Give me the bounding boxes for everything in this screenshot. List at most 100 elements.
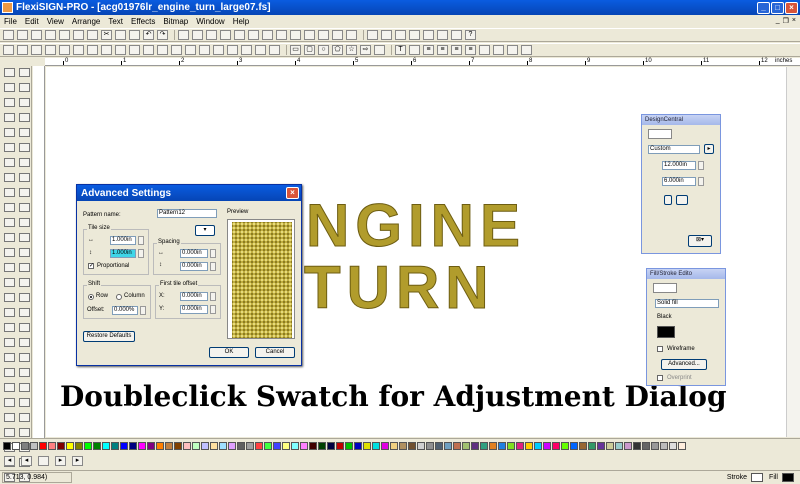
output-icon[interactable] bbox=[87, 30, 98, 40]
fill-swatch[interactable] bbox=[782, 473, 794, 482]
align-icon[interactable] bbox=[248, 30, 259, 40]
color-swatch[interactable] bbox=[111, 441, 119, 450]
tool-b-icon[interactable] bbox=[17, 45, 28, 55]
tool-n-icon[interactable] bbox=[185, 45, 196, 55]
color-swatch[interactable] bbox=[597, 441, 605, 450]
tool-button-icon[interactable] bbox=[19, 83, 30, 92]
text-align-center-icon[interactable]: ≡ bbox=[437, 45, 448, 55]
tool-button-icon[interactable] bbox=[19, 218, 30, 227]
offset-spinner[interactable] bbox=[140, 306, 146, 315]
tool-button-icon[interactable] bbox=[4, 293, 15, 302]
color-swatch[interactable] bbox=[615, 441, 623, 450]
color-swatch[interactable] bbox=[102, 441, 110, 450]
color-swatch[interactable] bbox=[516, 441, 524, 450]
import-icon[interactable] bbox=[45, 30, 56, 40]
text-path-icon[interactable] bbox=[409, 45, 420, 55]
text-align-right-icon[interactable]: ≡ bbox=[451, 45, 462, 55]
color-swatch[interactable] bbox=[309, 441, 317, 450]
color-swatch[interactable] bbox=[345, 441, 353, 450]
mirror-icon[interactable] bbox=[304, 30, 315, 40]
tool-i-icon[interactable] bbox=[115, 45, 126, 55]
color-swatch[interactable] bbox=[399, 441, 407, 450]
tool-button-icon[interactable] bbox=[4, 68, 15, 77]
tool-button-icon[interactable] bbox=[19, 203, 30, 212]
landscape-icon[interactable] bbox=[676, 195, 688, 205]
menu-file[interactable]: File bbox=[4, 17, 17, 26]
color-swatch[interactable] bbox=[480, 441, 488, 450]
tool-button-icon[interactable] bbox=[4, 233, 15, 242]
restore-defaults-button[interactable]: Restore Defaults bbox=[83, 331, 135, 342]
color-swatch[interactable] bbox=[561, 441, 569, 450]
vertical-scrollbar[interactable] bbox=[786, 67, 800, 437]
tile-width-field[interactable]: 1.000in bbox=[110, 236, 136, 245]
combine-icon[interactable] bbox=[220, 30, 231, 40]
menu-window[interactable]: Window bbox=[196, 17, 224, 26]
color-swatch[interactable] bbox=[237, 441, 245, 450]
tool-button-icon[interactable] bbox=[19, 383, 30, 392]
color-swatch[interactable] bbox=[291, 441, 299, 450]
help-icon[interactable]: ? bbox=[465, 30, 476, 40]
undo-icon[interactable]: ↶ bbox=[143, 30, 154, 40]
color-swatch[interactable] bbox=[588, 441, 596, 450]
copy-icon[interactable] bbox=[115, 30, 126, 40]
fill-type-dropdown[interactable]: Solid fill bbox=[655, 299, 719, 308]
preset-arrow-icon[interactable]: ▸ bbox=[704, 144, 714, 154]
close-icon[interactable]: × bbox=[286, 187, 299, 199]
minimize-icon[interactable]: _ bbox=[757, 1, 770, 14]
spacing-v-field[interactable]: 0.000in bbox=[180, 262, 208, 271]
color-swatch[interactable] bbox=[327, 441, 335, 450]
tool-r-icon[interactable] bbox=[241, 45, 252, 55]
overprint-checkbox[interactable] bbox=[657, 375, 663, 381]
tool-button-icon[interactable] bbox=[19, 398, 30, 407]
menu-view[interactable]: View bbox=[47, 17, 64, 26]
tool-button-icon[interactable] bbox=[4, 248, 15, 257]
open-icon[interactable] bbox=[17, 30, 28, 40]
stroke-swatch[interactable] bbox=[751, 473, 764, 482]
color-swatch[interactable] bbox=[138, 441, 146, 450]
star-icon[interactable]: ☆ bbox=[346, 45, 357, 55]
color-swatch[interactable] bbox=[525, 441, 533, 450]
color-swatch[interactable] bbox=[129, 441, 137, 450]
color-swatch[interactable] bbox=[408, 441, 416, 450]
doc-restore-icon[interactable]: ❐ bbox=[783, 17, 789, 25]
color-swatch[interactable] bbox=[66, 441, 74, 450]
tool-button-icon[interactable] bbox=[19, 353, 30, 362]
tool-p-icon[interactable] bbox=[213, 45, 224, 55]
color-swatch[interactable] bbox=[255, 441, 263, 450]
color-swatch[interactable] bbox=[147, 441, 155, 450]
color-swatch[interactable] bbox=[300, 441, 308, 450]
rotate-icon[interactable] bbox=[290, 30, 301, 40]
color-swatch[interactable] bbox=[93, 441, 101, 450]
wedge-icon[interactable] bbox=[374, 45, 385, 55]
preset-dropdown[interactable]: Custom bbox=[648, 145, 700, 154]
menu-text[interactable]: Text bbox=[108, 17, 123, 26]
save-icon[interactable] bbox=[31, 30, 42, 40]
zoom-page-icon[interactable] bbox=[409, 30, 420, 40]
color-swatch[interactable] bbox=[75, 441, 83, 450]
doc-minimize-icon[interactable]: _ bbox=[776, 17, 780, 25]
tool-button-icon[interactable] bbox=[19, 143, 30, 152]
text-justify-icon[interactable]: ≡ bbox=[465, 45, 476, 55]
x-offset-spinner[interactable] bbox=[210, 292, 216, 301]
color-swatch[interactable] bbox=[669, 441, 677, 450]
ungroup-icon[interactable] bbox=[206, 30, 217, 40]
tool-button-icon[interactable] bbox=[19, 158, 30, 167]
turn-text[interactable]: TURN bbox=[304, 253, 495, 322]
tool-s-icon[interactable] bbox=[255, 45, 266, 55]
kerning-icon[interactable] bbox=[493, 45, 504, 55]
node-edit-icon[interactable] bbox=[521, 45, 532, 55]
color-swatch[interactable] bbox=[633, 441, 641, 450]
tool-k-icon[interactable] bbox=[143, 45, 154, 55]
advanced-button[interactable]: Advanced... bbox=[661, 359, 707, 370]
tool-button-icon[interactable] bbox=[4, 308, 15, 317]
maximize-icon[interactable]: □ bbox=[771, 1, 784, 14]
print-icon[interactable] bbox=[73, 30, 84, 40]
group-icon[interactable] bbox=[192, 30, 203, 40]
color-swatch[interactable] bbox=[84, 441, 92, 450]
tool-button-icon[interactable] bbox=[19, 248, 30, 257]
color-swatch[interactable] bbox=[246, 441, 254, 450]
tool-button-icon[interactable] bbox=[19, 263, 30, 272]
color-swatch[interactable] bbox=[606, 441, 614, 450]
color-swatch[interactable] bbox=[210, 441, 218, 450]
tool-button-icon[interactable] bbox=[4, 203, 15, 212]
